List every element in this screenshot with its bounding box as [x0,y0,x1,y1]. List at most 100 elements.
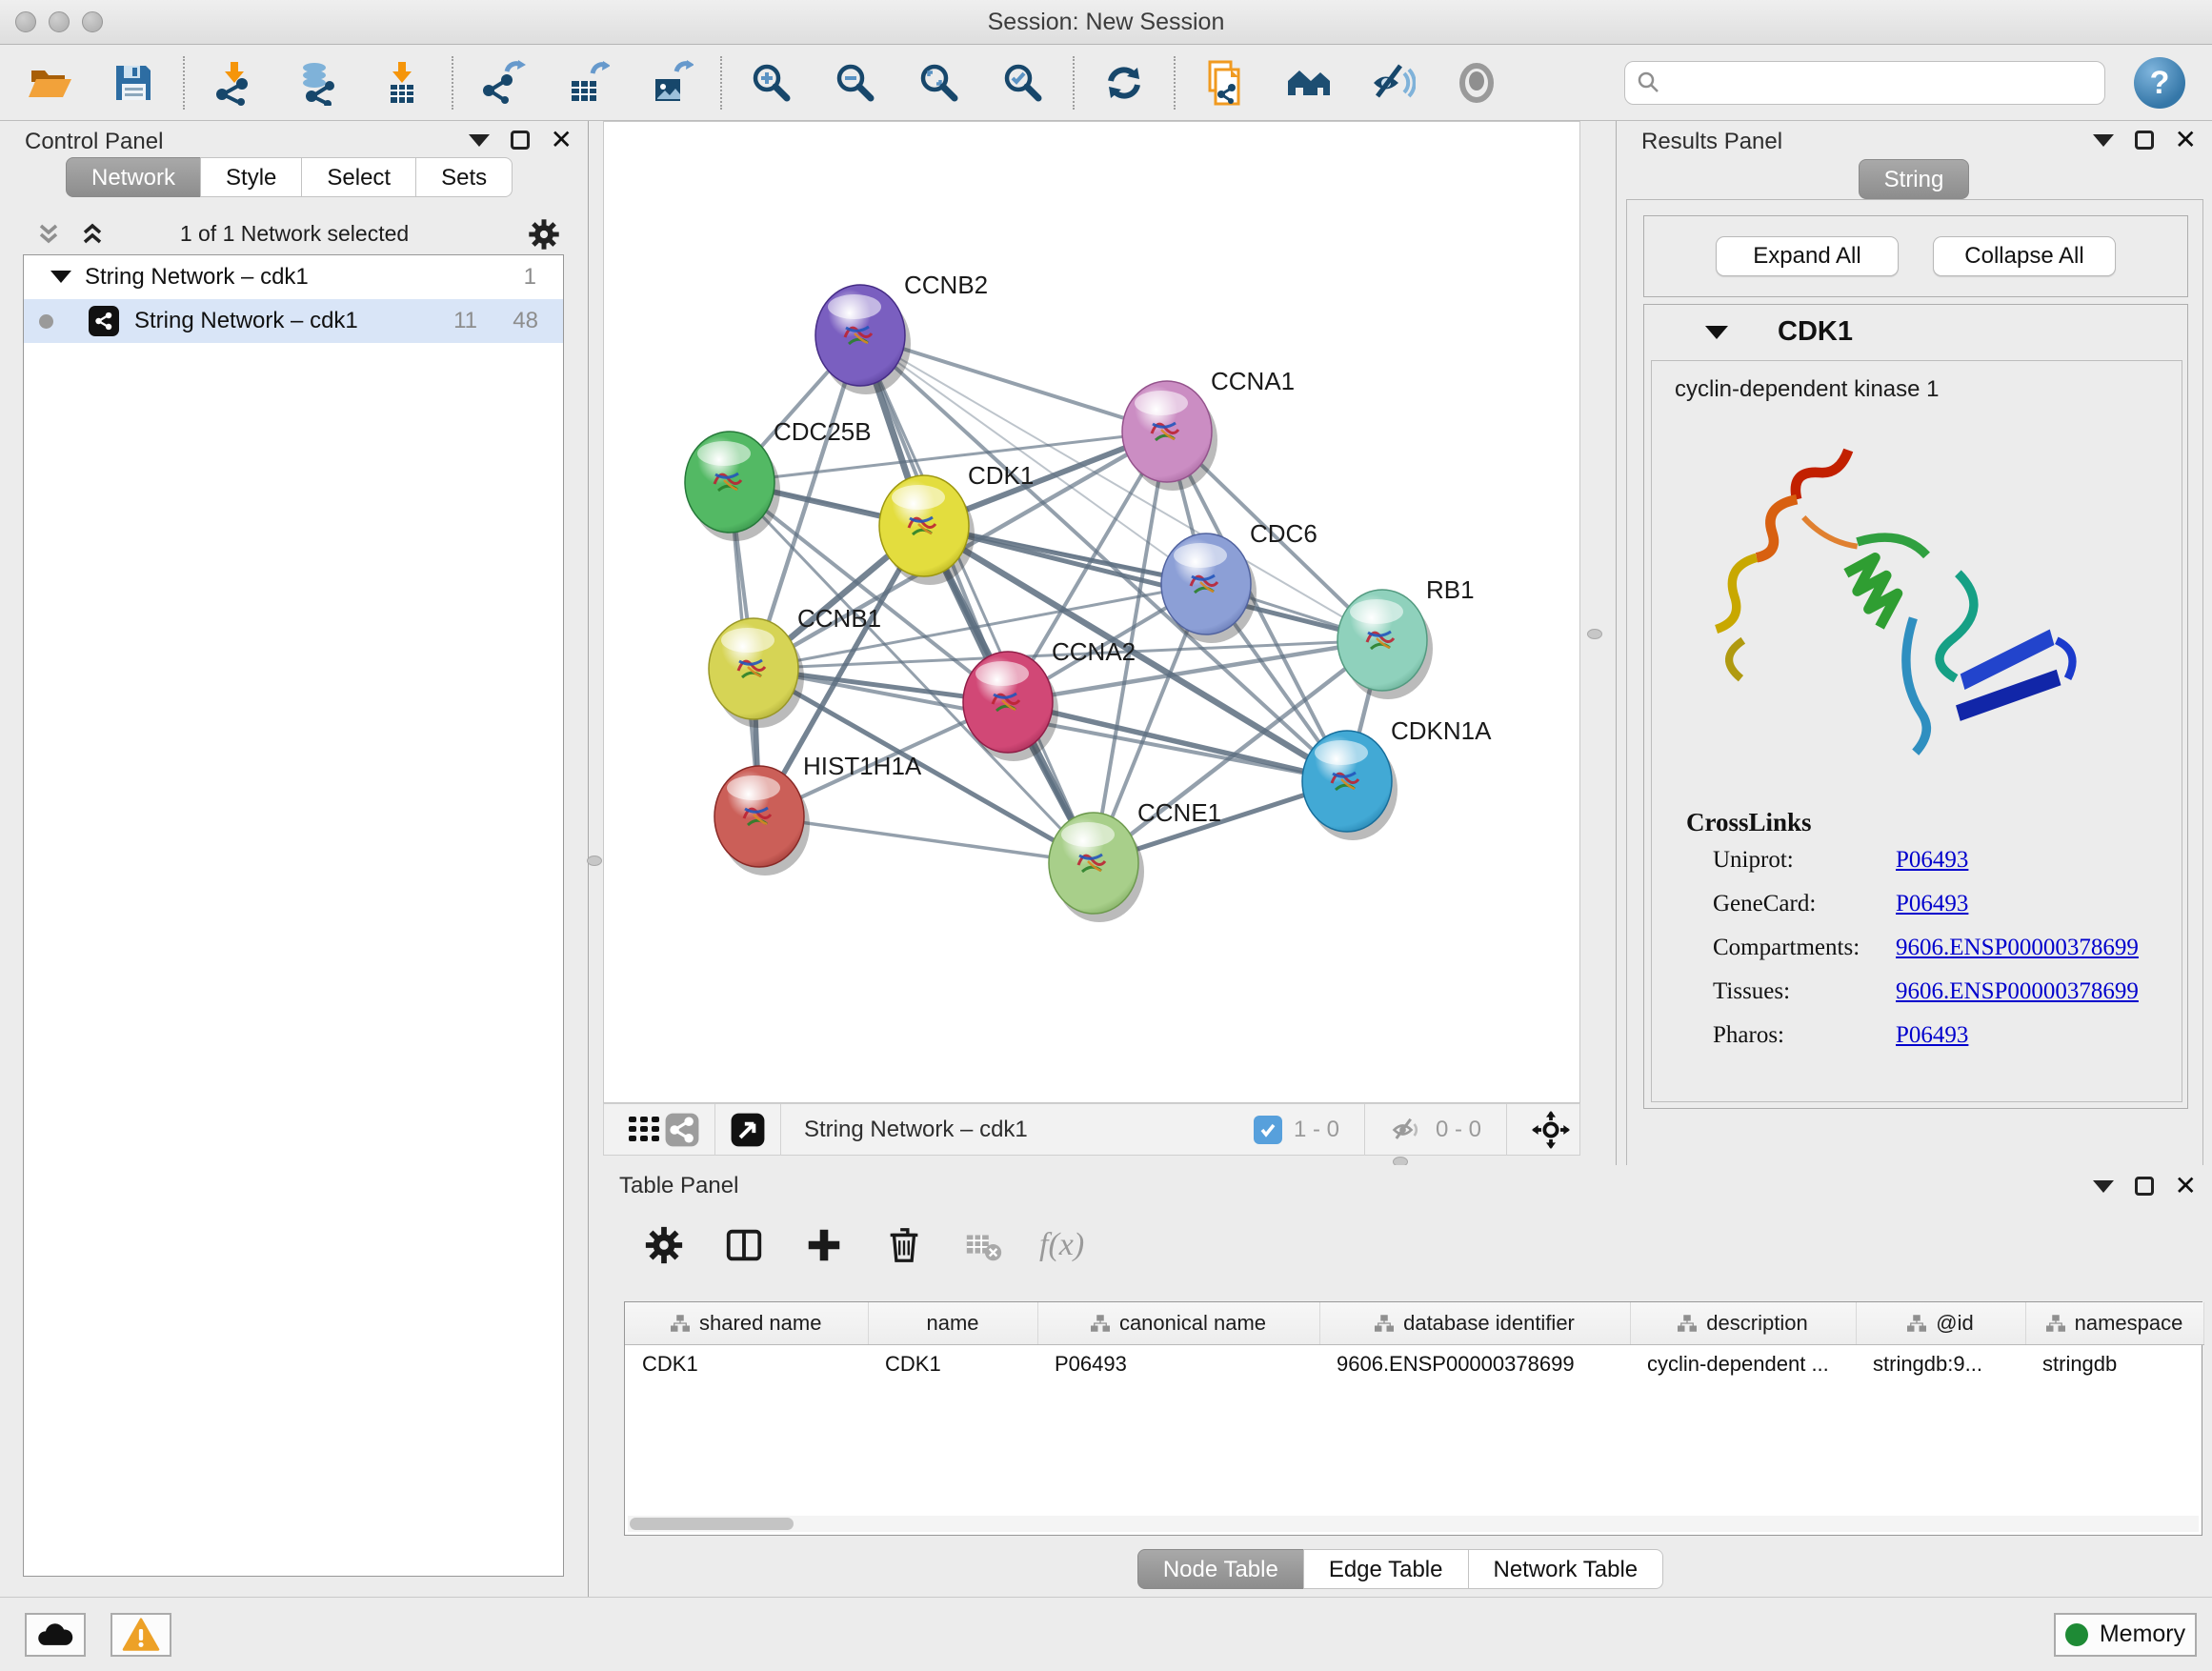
network-share-view-icon[interactable] [663,1111,701,1149]
node-label: CDKN1A [1391,716,1492,745]
crosslink-link[interactable]: 9606.ENSP00000378699 [1896,935,2139,961]
node-label: CCNB1 [797,604,881,633]
float-panel-icon[interactable] [2135,1177,2154,1196]
column-header-shared-name[interactable]: shared name [625,1302,868,1344]
column-header-canonical-name[interactable]: canonical name [1037,1302,1319,1344]
crosslink-link[interactable]: P06493 [1896,891,1968,917]
export-table-icon[interactable] [564,60,610,106]
network-collection-row[interactable]: String Network – cdk1 1 [24,255,563,299]
show-all-icon[interactable] [1454,60,1499,106]
delete-column-icon[interactable] [879,1220,929,1270]
crosslink-label: Uniprot: [1713,847,1896,874]
selected-indicator-checkbox[interactable] [1254,1116,1282,1144]
network-node-CCNB1[interactable]: CCNB1 [709,604,881,728]
node-label: CCNB2 [904,271,988,299]
panel-menu-icon[interactable] [2093,1180,2114,1193]
table-cell[interactable]: stringdb [2025,1344,2203,1384]
grid-view-icon[interactable] [625,1111,663,1149]
network-edge-CCNB2-CCNE1[interactable] [860,335,1094,863]
tab-network[interactable]: Network [66,157,201,197]
panel-menu-icon[interactable] [2093,134,2114,147]
table-row[interactable]: CDK1CDK1P064939606.ENSP00000378699cyclin… [625,1344,2203,1384]
help-button[interactable]: ? [2134,57,2185,109]
collapse-all-button[interactable]: Collapse All [1933,236,2116,276]
table-cell[interactable]: 9606.ENSP00000378699 [1319,1344,1630,1384]
gene-section-caret-icon[interactable] [1705,326,1728,339]
zoom-in-icon[interactable] [749,60,794,106]
network-node-RB1[interactable]: RB1 [1337,575,1475,699]
tab-edge-table[interactable]: Edge Table [1303,1549,1469,1589]
crosslink-row: Uniprot:P06493 [1713,847,2182,874]
import-table-icon[interactable] [379,60,425,106]
table-cell[interactable]: P06493 [1037,1344,1319,1384]
network-node-HIST1H1A[interactable]: HIST1H1A [714,752,922,876]
crosslink-label: Tissues: [1713,978,1896,1005]
crosslink-row: Compartments:9606.ENSP00000378699 [1713,935,2182,961]
search-input[interactable] [1661,64,2104,102]
scrollbar-thumb[interactable] [630,1518,794,1530]
show-columns-icon[interactable] [719,1220,769,1270]
crosslink-link[interactable]: P06493 [1896,847,1968,874]
collection-caret-icon[interactable] [50,271,71,283]
zoom-fit-icon[interactable] [916,60,962,106]
import-database-icon[interactable] [295,60,341,106]
birds-eye-view-icon[interactable] [729,1111,767,1149]
table-settings-gear-icon[interactable] [639,1220,689,1270]
tab-string[interactable]: String [1859,159,1970,199]
gene-section-header[interactable]: CDK1 [1644,305,2187,358]
node-label: CDK1 [968,461,1034,490]
left-splitter-handle[interactable] [587,856,602,866]
network-node-CDC6[interactable]: CDC6 [1161,519,1317,643]
apply-layout-icon[interactable] [1101,60,1147,106]
column-header-namespace[interactable]: namespace [2025,1302,2203,1344]
panel-menu-icon[interactable] [469,134,490,147]
warnings-button[interactable] [111,1613,171,1657]
memory-button[interactable]: Memory [2054,1613,2197,1657]
table-cell[interactable]: CDK1 [868,1344,1037,1384]
import-network-icon[interactable] [211,60,257,106]
node-table-grid[interactable]: shared namenamecanonical namedatabase id… [625,1302,2204,1384]
network-row-selected[interactable]: String Network – cdk1 11 48 [24,299,563,343]
column-header--id[interactable]: @id [1856,1302,2025,1344]
network-options-gear-icon[interactable] [526,216,562,257]
float-panel-icon[interactable] [2135,131,2154,150]
tab-node-table[interactable]: Node Table [1137,1549,1304,1589]
close-panel-icon[interactable]: ✕ [2175,131,2197,150]
column-header-name[interactable]: name [868,1302,1037,1344]
column-header-description[interactable]: description [1630,1302,1856,1344]
table-horizontal-scrollbar [628,1516,2199,1532]
network-canvas[interactable]: CCNB2CCNA1CDC25BCDK1CDC6RB1CCNB1CCNA2CDK… [603,121,1580,1103]
save-session-icon[interactable] [111,60,156,106]
tab-style[interactable]: Style [200,157,302,197]
tab-select[interactable]: Select [301,157,416,197]
tab-network-table[interactable]: Network Table [1468,1549,1664,1589]
network-edge-CCNA2-CDKN1A[interactable] [1008,702,1347,781]
crosslink-row: Pharos:P06493 [1713,1022,2182,1049]
crosslink-link[interactable]: 9606.ENSP00000378699 [1896,978,2139,1005]
crosslink-link[interactable]: P06493 [1896,1022,1968,1049]
fit-center-icon[interactable] [1532,1111,1570,1149]
hide-selected-icon[interactable] [1370,60,1416,106]
open-session-icon[interactable] [27,60,72,106]
clone-network-icon[interactable] [1202,60,1248,106]
string-home-icon[interactable] [1286,60,1332,106]
right-splitter-handle[interactable] [1587,629,1602,639]
search-field[interactable] [1624,61,2105,105]
table-cell[interactable]: stringdb:9... [1856,1344,2025,1384]
export-network-icon[interactable] [480,60,526,106]
close-panel-icon[interactable]: ✕ [2175,1177,2197,1196]
zoom-selected-icon[interactable] [1000,60,1046,106]
network-node-CCNE1[interactable]: CCNE1 [1049,798,1221,922]
network-node-CDKN1A[interactable]: CDKN1A [1302,716,1492,840]
float-panel-icon[interactable] [511,131,530,150]
table-cell[interactable]: CDK1 [625,1344,868,1384]
add-column-icon[interactable] [799,1220,849,1270]
export-image-icon[interactable] [648,60,694,106]
cloud-status-button[interactable] [25,1613,86,1657]
expand-all-button[interactable]: Expand All [1716,236,1899,276]
column-header-database-identifier[interactable]: database identifier [1319,1302,1630,1344]
tab-sets[interactable]: Sets [415,157,513,197]
table-cell[interactable]: cyclin-dependent ... [1630,1344,1856,1384]
zoom-out-icon[interactable] [833,60,878,106]
close-panel-icon[interactable]: ✕ [551,131,573,150]
